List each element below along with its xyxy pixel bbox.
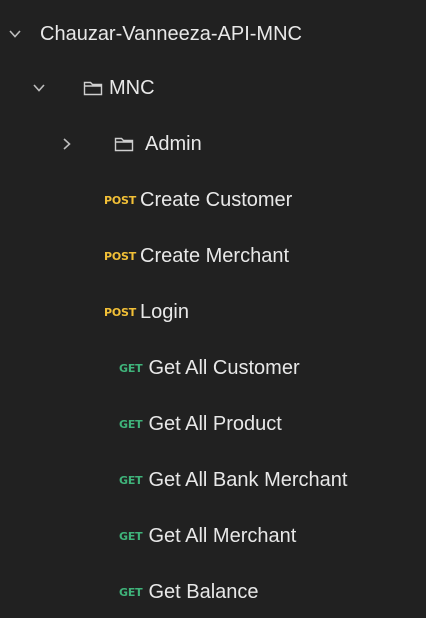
request-item-login[interactable]: POST Login bbox=[0, 290, 426, 334]
request-item-get-balance[interactable]: GET Get Balance bbox=[0, 570, 426, 614]
request-item-get-all-bank-merchant[interactable]: GET Get All Bank Merchant bbox=[0, 458, 426, 502]
method-badge: POST bbox=[104, 305, 137, 319]
collections-sidebar: Chauzar-Vanneeza-API-MNC MNC Admin POST … bbox=[0, 0, 426, 618]
method-badge: POST bbox=[104, 193, 137, 207]
method-badge: GET bbox=[119, 473, 143, 487]
collection-name: Chauzar-Vanneeza-API-MNC bbox=[40, 22, 302, 45]
request-name: Get All Merchant bbox=[148, 524, 297, 547]
collection-item[interactable]: Chauzar-Vanneeza-API-MNC bbox=[0, 12, 426, 56]
method-badge: POST bbox=[104, 249, 137, 263]
request-name: Get All Customer bbox=[148, 356, 300, 379]
folder-name-admin: Admin bbox=[145, 132, 202, 155]
request-name: Get All Bank Merchant bbox=[148, 468, 348, 491]
folder-item-mnc[interactable]: MNC bbox=[0, 66, 426, 110]
request-name: Get Balance bbox=[148, 580, 259, 603]
folder-icon bbox=[83, 80, 103, 96]
request-item-get-all-customer[interactable]: GET Get All Customer bbox=[0, 346, 426, 390]
method-badge: GET bbox=[119, 585, 143, 599]
folder-name-mnc: MNC bbox=[109, 76, 155, 99]
request-name: Login bbox=[140, 300, 189, 323]
chevron-right-icon[interactable] bbox=[60, 137, 74, 151]
request-name: Create Customer bbox=[140, 188, 293, 211]
method-badge: GET bbox=[119, 417, 143, 431]
chevron-down-icon[interactable] bbox=[8, 27, 22, 41]
request-name: Get All Product bbox=[148, 412, 282, 435]
folder-icon bbox=[114, 136, 134, 152]
method-badge: GET bbox=[119, 361, 143, 375]
request-name: Create Merchant bbox=[140, 244, 290, 267]
request-item-get-all-merchant[interactable]: GET Get All Merchant bbox=[0, 514, 426, 558]
method-badge: GET bbox=[119, 529, 143, 543]
request-item-create-merchant[interactable]: POST Create Merchant bbox=[0, 234, 426, 278]
request-item-get-all-product[interactable]: GET Get All Product bbox=[0, 402, 426, 446]
folder-item-admin[interactable]: Admin bbox=[0, 122, 426, 166]
request-item-create-customer[interactable]: POST Create Customer bbox=[0, 178, 426, 222]
chevron-down-icon[interactable] bbox=[32, 81, 46, 95]
